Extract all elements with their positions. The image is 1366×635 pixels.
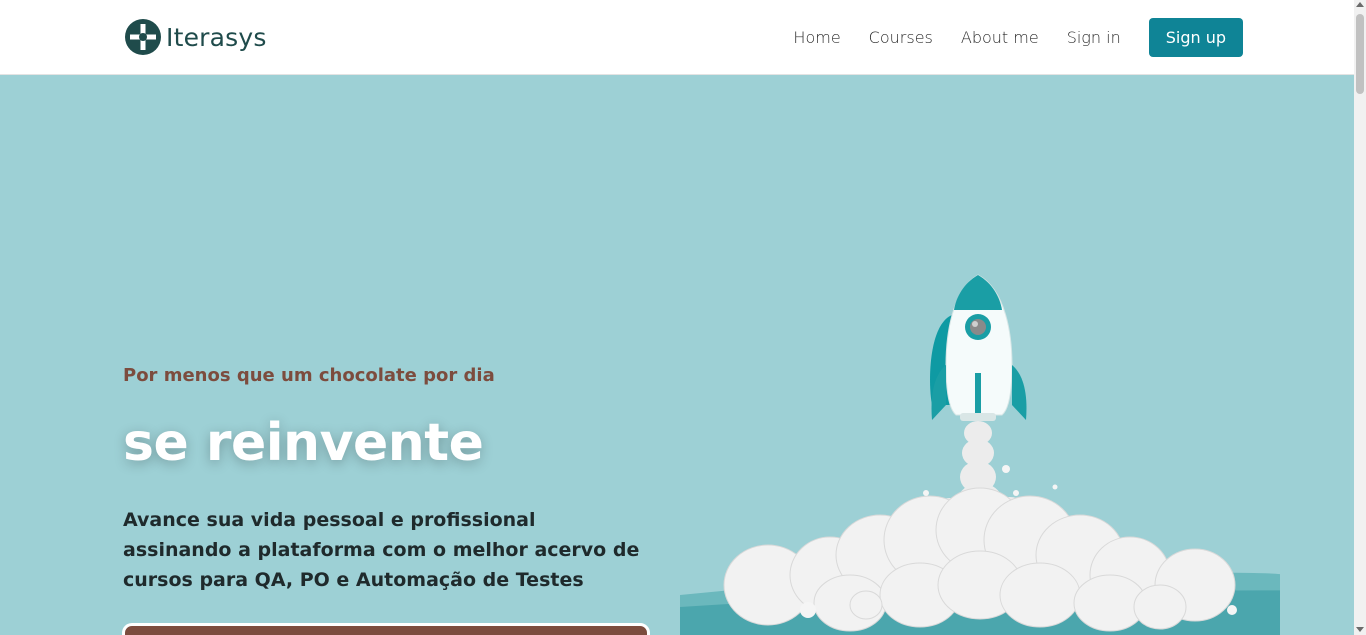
hero-cta-button[interactable] bbox=[122, 623, 650, 635]
page-scrollbar[interactable] bbox=[1354, 0, 1366, 635]
signup-button[interactable]: Sign up bbox=[1148, 18, 1243, 57]
rocket-launch-illustration bbox=[680, 274, 1280, 635]
top-navbar: Iterasys Home Courses About me Sign in S… bbox=[0, 0, 1354, 75]
nav-courses-link[interactable]: Courses bbox=[869, 28, 933, 47]
hero-description: Avance sua vida pessoal e profissional a… bbox=[123, 509, 640, 591]
nav-home-link[interactable]: Home bbox=[793, 28, 840, 47]
hero-section: Por menos que um chocolate por dia se re… bbox=[0, 75, 1354, 635]
main-nav: Home Courses About me Sign in Sign up bbox=[793, 18, 1243, 57]
plus-circle-logo-icon bbox=[125, 19, 161, 55]
nav-about-link[interactable]: About me bbox=[961, 28, 1039, 47]
hero-eyebrow: Por menos que um chocolate por dia bbox=[123, 365, 495, 386]
brand-name: Iterasys bbox=[166, 22, 267, 52]
scroll-down-icon[interactable] bbox=[1356, 627, 1364, 632]
scroll-thumb[interactable] bbox=[1356, 14, 1364, 94]
hero-headline: se reinvente bbox=[123, 413, 484, 473]
scroll-up-icon[interactable] bbox=[1356, 2, 1364, 7]
nav-signin-link[interactable]: Sign in bbox=[1067, 28, 1121, 47]
brand-logo[interactable]: Iterasys bbox=[124, 18, 267, 56]
